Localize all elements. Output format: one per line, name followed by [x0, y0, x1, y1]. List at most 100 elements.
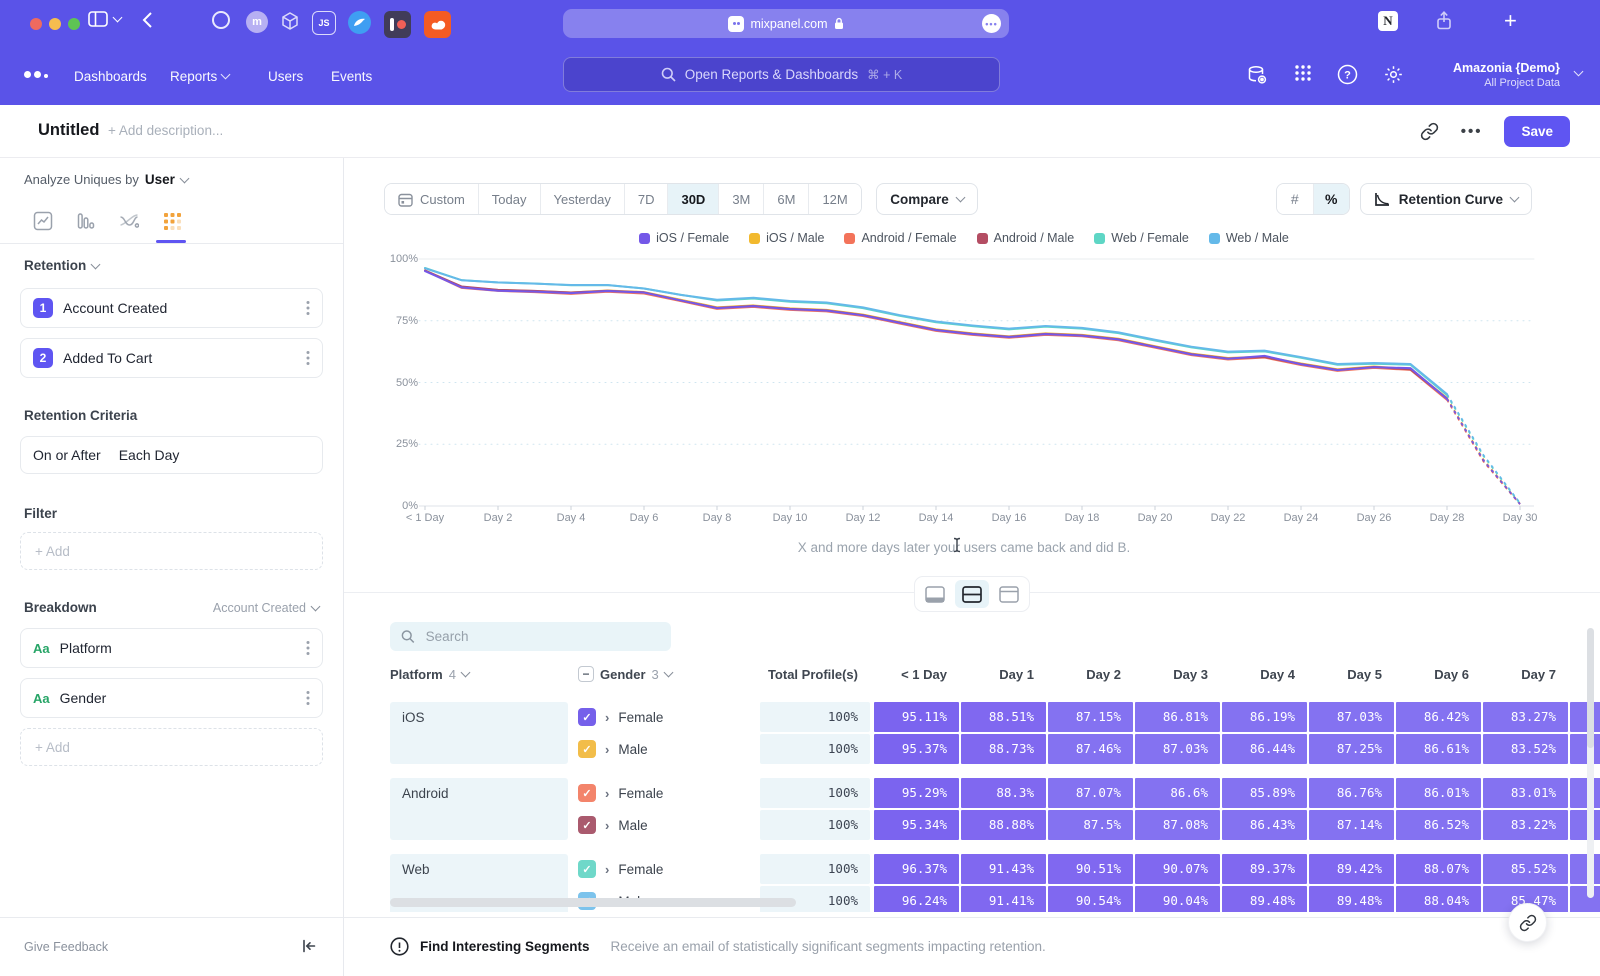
retention-value-cell[interactable]: 87.07%: [1048, 778, 1133, 808]
date-range-6m[interactable]: 6M: [763, 184, 808, 214]
retention-value-cell[interactable]: 87.03%: [1135, 734, 1220, 764]
retention-step-1[interactable]: 1 Account Created: [20, 288, 323, 328]
table-search[interactable]: [390, 622, 671, 651]
give-feedback-link[interactable]: Give Feedback: [24, 940, 108, 954]
gender-row[interactable]: ✓›Female: [578, 854, 758, 884]
notion-icon[interactable]: N: [1378, 11, 1398, 31]
gender-row[interactable]: ✓›Female: [578, 778, 758, 808]
retention-value-cell[interactable]: [1570, 778, 1600, 808]
legend-web-female[interactable]: Web / Female: [1094, 231, 1189, 245]
back-icon[interactable]: [142, 11, 153, 29]
retention-value-cell[interactable]: 96.37%: [874, 854, 959, 884]
m-avatar-extension-icon[interactable]: m: [246, 11, 268, 33]
gender-checkbox[interactable]: ✓: [578, 816, 596, 834]
gender-checkbox[interactable]: ✓: [578, 784, 596, 802]
collapse-sidebar-icon[interactable]: [301, 938, 317, 954]
gender-checkbox[interactable]: ✓: [578, 708, 596, 726]
chart-canvas[interactable]: [384, 250, 1544, 520]
retention-step-2[interactable]: 2 Added To Cart: [20, 338, 323, 378]
legend-ios-male[interactable]: iOS / Male: [749, 231, 824, 245]
date-range-custom[interactable]: Custom: [385, 184, 478, 214]
letterboxd-extension-icon[interactable]: [384, 11, 411, 38]
expand-chevron-icon[interactable]: ›: [605, 818, 609, 833]
soundcloud-extension-icon[interactable]: [424, 11, 451, 38]
tab-retention-icon[interactable]: [161, 210, 183, 232]
retention-value-cell[interactable]: 86.6%: [1135, 778, 1220, 808]
date-range-yesterday[interactable]: Yesterday: [540, 184, 624, 214]
retention-value-cell[interactable]: 85.52%: [1483, 854, 1568, 884]
day-column-header[interactable]: Day 5: [1309, 658, 1394, 690]
target-extension-icon[interactable]: [212, 11, 230, 29]
retention-value-cell[interactable]: 83.27%: [1483, 702, 1568, 732]
legend-android-female[interactable]: Android / Female: [844, 231, 956, 245]
day-column-header[interactable]: Day 7: [1483, 658, 1568, 690]
criteria-each-day[interactable]: Each Day: [119, 447, 180, 463]
find-segments-link[interactable]: Find Interesting Segments: [420, 939, 590, 954]
day-column-header[interactable]: Day 4: [1222, 658, 1307, 690]
cube-extension-icon[interactable]: [280, 11, 300, 31]
gender-row[interactable]: ✓›Male: [578, 734, 758, 764]
retention-value-cell[interactable]: 85.89%: [1222, 778, 1307, 808]
table-search-input[interactable]: [424, 628, 660, 645]
report-description-placeholder[interactable]: + Add description...: [108, 123, 223, 138]
expand-chevron-icon[interactable]: ›: [605, 786, 609, 801]
expand-chevron-icon[interactable]: ›: [605, 862, 609, 877]
retention-value-cell[interactable]: 89.37%: [1222, 854, 1307, 884]
retention-value-cell[interactable]: 89.48%: [1309, 886, 1394, 912]
retention-value-cell[interactable]: 88.88%: [961, 810, 1046, 840]
date-range-30d[interactable]: 30D: [667, 184, 718, 214]
nav-dashboards[interactable]: Dashboards: [74, 66, 147, 86]
retention-value-cell[interactable]: 87.5%: [1048, 810, 1133, 840]
retention-value-cell[interactable]: 87.25%: [1309, 734, 1394, 764]
retention-value-cell[interactable]: [1570, 886, 1600, 912]
mixpanel-logo-icon[interactable]: [24, 71, 48, 78]
breakdown-platform[interactable]: Aa Platform: [20, 628, 323, 668]
unit-percent-button[interactable]: %: [1313, 184, 1349, 214]
retention-value-cell[interactable]: 91.41%: [961, 886, 1046, 912]
bird-extension-icon[interactable]: [348, 11, 371, 34]
unit-number-button[interactable]: #: [1277, 184, 1313, 214]
minimize-window-button[interactable]: [49, 18, 61, 30]
day-column-header[interactable]: < 1 Day: [874, 658, 959, 690]
retention-value-cell[interactable]: 87.08%: [1135, 810, 1220, 840]
platform-column-header[interactable]: Platform4: [390, 658, 469, 690]
copy-link-icon[interactable]: [1420, 122, 1439, 141]
breakdown-add-button[interactable]: + Add: [20, 728, 323, 766]
legend-web-male[interactable]: Web / Male: [1209, 231, 1289, 245]
nav-users[interactable]: Users: [268, 66, 303, 86]
gender-checkbox[interactable]: ✓: [578, 860, 596, 878]
share-link-fab[interactable]: [1508, 903, 1547, 942]
retention-value-cell[interactable]: [1570, 854, 1600, 884]
day-column-header[interactable]: Day 1: [961, 658, 1046, 690]
nav-events[interactable]: Events: [331, 66, 372, 86]
chevron-down-icon[interactable]: [114, 17, 121, 21]
retention-value-cell[interactable]: 89.42%: [1309, 854, 1394, 884]
layout-split-button[interactable]: [955, 580, 989, 608]
report-title[interactable]: Untitled: [38, 121, 99, 140]
gender-row[interactable]: ✓›Female: [578, 702, 758, 732]
retention-value-cell[interactable]: 96.24%: [874, 886, 959, 912]
sidebar-toggle-icon[interactable]: [88, 11, 108, 27]
kebab-menu-icon[interactable]: [306, 300, 310, 316]
indeterminate-checkbox[interactable]: −: [578, 666, 594, 682]
day-column-header[interactable]: [1570, 658, 1600, 690]
retention-value-cell[interactable]: 95.29%: [874, 778, 959, 808]
legend-ios-female[interactable]: iOS / Female: [639, 231, 729, 245]
day-column-header[interactable]: Day 6: [1396, 658, 1481, 690]
gender-checkbox[interactable]: ✓: [578, 740, 596, 758]
date-range-3m[interactable]: 3M: [718, 184, 763, 214]
kebab-menu-icon[interactable]: [306, 350, 310, 366]
nav-reports[interactable]: Reports: [170, 66, 229, 86]
tab-flows-icon[interactable]: [118, 210, 140, 232]
analyze-value-dropdown[interactable]: User: [145, 172, 175, 187]
retention-value-cell[interactable]: 87.46%: [1048, 734, 1133, 764]
new-tab-icon[interactable]: +: [1504, 8, 1517, 34]
retention-value-cell[interactable]: 86.81%: [1135, 702, 1220, 732]
tab-insights-icon[interactable]: [32, 210, 54, 232]
retention-value-cell[interactable]: 90.07%: [1135, 854, 1220, 884]
legend-android-male[interactable]: Android / Male: [977, 231, 1075, 245]
retention-value-cell[interactable]: [1570, 810, 1600, 840]
retention-value-cell[interactable]: [1570, 734, 1600, 764]
retention-value-cell[interactable]: 90.51%: [1048, 854, 1133, 884]
breakdown-scope-dropdown[interactable]: Account Created: [213, 601, 319, 615]
